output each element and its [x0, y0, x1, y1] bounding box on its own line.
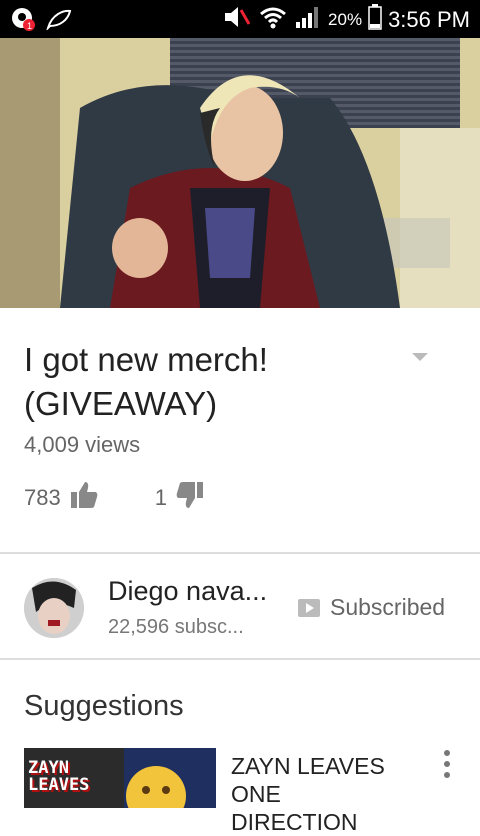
video-info: I got new merch! (GIVEAWAY) 4,009 views …	[0, 308, 480, 552]
expand-description-icon[interactable]	[412, 353, 428, 361]
wifi-icon	[258, 4, 288, 36]
like-count: 783	[24, 485, 61, 510]
clock: 3:56 PM	[388, 7, 470, 32]
thumbs-down-icon	[176, 482, 203, 508]
svg-text:1: 1	[27, 21, 32, 31]
suggestion-thumbnail[interactable]: ZAYN LEAVES	[24, 748, 216, 808]
mute-icon	[222, 4, 252, 36]
status-bar: 1 20% 3:56 PM	[0, 0, 480, 38]
video-player[interactable]	[0, 38, 480, 308]
channel-avatar[interactable]	[24, 578, 84, 638]
notification-icon: 1	[10, 6, 36, 37]
leaf-icon	[45, 8, 72, 35]
battery-percent: 20%	[328, 10, 363, 29]
subscribed-button[interactable]: Subscribed	[298, 594, 445, 621]
subscriber-count: 22,596 subsc...	[108, 616, 244, 638]
suggestion-item[interactable]: ZAYN LEAVES ZAYN LEAVES ONE DIRECTION	[0, 748, 480, 835]
thumbnail-text: ZAYN LEAVES	[28, 758, 90, 795]
video-title: I got new merch! (GIVEAWAY)	[24, 341, 268, 422]
subscribed-label: Subscribed	[330, 594, 446, 620]
view-count: 4,009 views	[24, 432, 141, 457]
subscribed-icon	[298, 598, 320, 617]
rating-bar: 783 1	[24, 480, 205, 516]
battery-icon	[368, 4, 382, 36]
suggestions-heading: Suggestions	[24, 690, 184, 722]
thumbs-up-icon	[70, 482, 98, 508]
dislike-button[interactable]	[175, 480, 205, 516]
avatar-image	[24, 578, 84, 638]
channel-name[interactable]: Diego nava...	[108, 576, 267, 607]
channel-row[interactable]: Diego nava... 22,596 subsc... Subscribed	[0, 554, 480, 660]
video-frame	[0, 38, 480, 308]
signal-icon	[294, 4, 322, 36]
divider	[0, 658, 480, 660]
like-button[interactable]	[69, 480, 99, 516]
more-options-icon[interactable]	[444, 750, 450, 778]
suggestion-title[interactable]: ZAYN LEAVES ONE DIRECTION	[231, 752, 411, 836]
dislike-count: 1	[154, 485, 167, 510]
